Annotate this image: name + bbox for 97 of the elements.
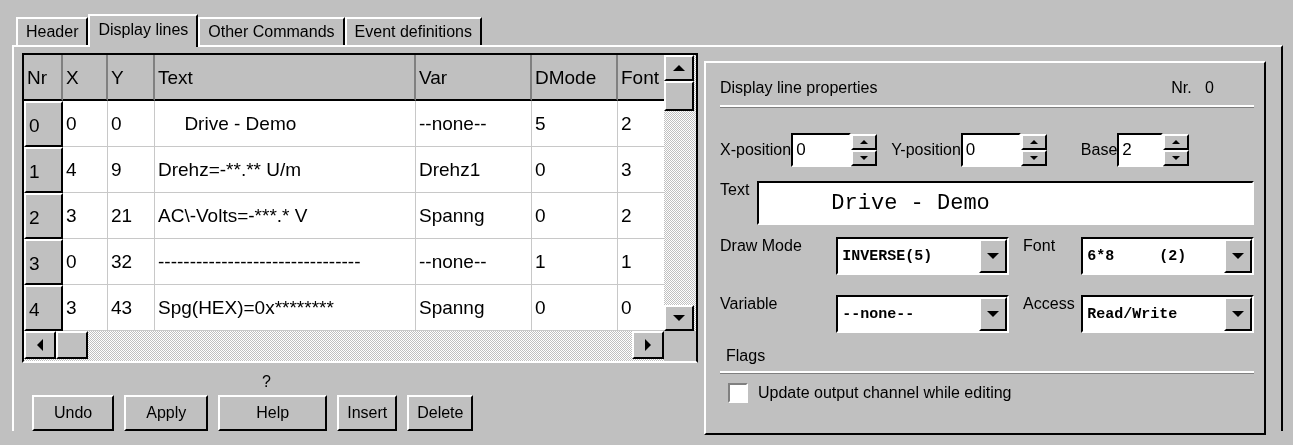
down-arrow-icon (860, 156, 869, 160)
table-cell: 3 (63, 285, 108, 331)
action-button[interactable]: Insert (337, 395, 398, 431)
table-cell: Spanng (416, 285, 532, 331)
row-header[interactable]: 0 (24, 101, 63, 147)
up-arrow-icon (1172, 140, 1181, 144)
scroll-left-button[interactable] (24, 331, 56, 359)
table-cell: Drive - Demo (155, 101, 416, 147)
table-cell: AC\-Volts=-***.* V (155, 193, 416, 239)
action-button[interactable]: Undo (32, 395, 115, 431)
table-cell: 4 (63, 147, 108, 193)
field-label: Text (720, 181, 750, 199)
table-cell: 43 (108, 285, 155, 331)
field-label: Font (1023, 237, 1057, 255)
action-button[interactable]: Delete (407, 395, 474, 431)
tab[interactable]: Display lines (88, 14, 199, 47)
table-cell: --none-- (416, 101, 532, 147)
table-cell: Drehz1 (416, 147, 532, 193)
vertical-scrollbar[interactable] (664, 55, 696, 331)
caret-icon (1232, 253, 1244, 259)
number-field[interactable]: 0 (960, 133, 1021, 167)
section-title: Flags (726, 347, 766, 364)
spin-up-button[interactable] (1020, 134, 1047, 150)
column-header[interactable]: DMode (532, 55, 618, 101)
spin-down-button[interactable] (1020, 150, 1047, 166)
spin-down-button[interactable] (1163, 150, 1190, 166)
help-mark: ? (262, 373, 271, 391)
spin-up-button[interactable] (1163, 134, 1190, 150)
table-cell: 0 (108, 101, 155, 147)
checkbox-label: Update output channel while editing (758, 384, 1012, 402)
caret-icon (987, 253, 1000, 259)
table-cell: --none-- (416, 239, 532, 285)
down-arrow-icon (673, 315, 685, 321)
column-header[interactable]: Var (416, 55, 532, 101)
column-header[interactable]: Nr (24, 55, 63, 101)
scroll-up-button[interactable] (664, 55, 694, 81)
tab[interactable]: Header (16, 17, 89, 45)
table-cell: 9 (108, 147, 155, 193)
table-cell: 0 (532, 285, 618, 331)
tab[interactable]: Event definitions (344, 17, 482, 45)
table-cell: 0 (532, 193, 618, 239)
spin-up-button[interactable] (851, 134, 878, 150)
spin-down-button[interactable] (851, 150, 878, 166)
horizontal-scrollbar[interactable] (24, 331, 664, 361)
row-header[interactable]: 3 (24, 239, 63, 285)
table-cell: 0 (63, 239, 108, 285)
row-header[interactable]: 4 (24, 285, 63, 331)
row-header[interactable]: 2 (24, 193, 63, 239)
scrollbar-corner (664, 331, 696, 361)
column-header[interactable]: X (63, 55, 108, 101)
table-cell: 32 (108, 239, 155, 285)
table-cell: 0 (63, 101, 108, 147)
table-cell: 5 (532, 101, 618, 147)
tab[interactable]: Other Commands (198, 17, 345, 45)
caret-icon (987, 311, 1000, 317)
scroll-down-button[interactable] (664, 305, 694, 331)
field-label: Access (1023, 295, 1076, 313)
dropdown[interactable]: Read/Write (1081, 295, 1254, 333)
scroll-right-button[interactable] (632, 331, 664, 359)
up-arrow-icon (673, 65, 685, 71)
column-header[interactable]: Y (108, 55, 155, 101)
scroll-thumb[interactable] (664, 81, 694, 111)
up-arrow-icon (1029, 140, 1038, 144)
text-field[interactable]: Drive - Demo (757, 181, 1254, 225)
column-header[interactable]: Text (155, 55, 416, 101)
number-label: Nr. 0 (1171, 79, 1214, 97)
table-cell: 1 (532, 239, 618, 285)
left-arrow-icon (37, 339, 43, 351)
table-cell: Drehz=-**.** U/m (155, 147, 416, 193)
table-cell: Spanng (416, 193, 532, 239)
table-cell: 0 (532, 147, 618, 193)
action-button[interactable]: Apply (124, 395, 209, 431)
action-button[interactable]: Help (218, 395, 328, 431)
panel-title: Display line properties (720, 79, 878, 97)
table-cell: Spg(HEX)=0x******** (155, 285, 416, 331)
scroll-thumb[interactable] (56, 331, 88, 359)
dropdown[interactable]: INVERSE(5) (836, 237, 1010, 275)
table-cell: 3 (63, 193, 108, 239)
field-label: Y-position (891, 141, 961, 159)
column-header[interactable]: Font (618, 55, 664, 101)
right-arrow-icon (645, 339, 651, 351)
down-arrow-icon (1029, 156, 1038, 160)
field-label: Draw Mode (720, 237, 803, 255)
table-cell: 21 (108, 193, 155, 239)
number-field[interactable]: 2 (1117, 133, 1164, 167)
number-field[interactable]: 0 (791, 133, 852, 167)
caret-icon (1232, 311, 1244, 317)
field-label: Variable (720, 295, 779, 313)
up-arrow-icon (860, 140, 869, 144)
checkbox[interactable] (728, 383, 748, 403)
down-arrow-icon (1172, 156, 1181, 160)
field-label: X-position (720, 141, 792, 159)
table-cell: -------------------------------- (155, 239, 416, 285)
dropdown[interactable]: --none-- (836, 295, 1010, 333)
row-header[interactable]: 1 (24, 147, 63, 193)
field-label: Base (1080, 141, 1118, 159)
dropdown[interactable]: 6*8 (2) (1081, 237, 1254, 275)
